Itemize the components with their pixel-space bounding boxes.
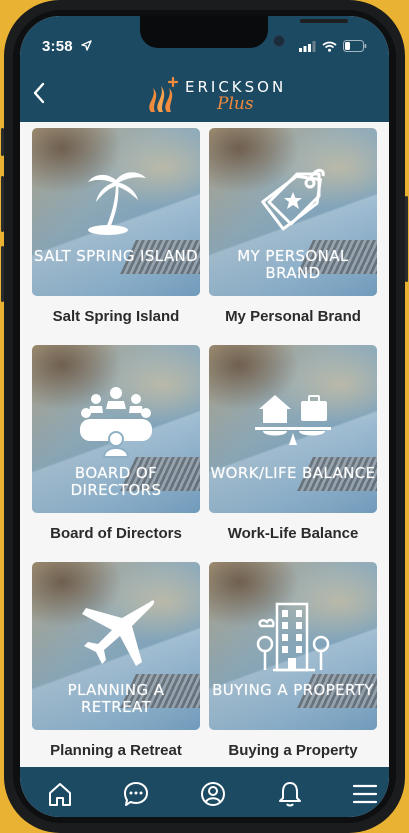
menu-icon — [352, 784, 378, 804]
notch — [140, 16, 348, 48]
home-icon — [49, 783, 71, 806]
meeting-table-icon — [80, 387, 152, 458]
volume-down-button — [1, 246, 4, 302]
power-button — [405, 196, 408, 282]
card-image: MY PERSONAL BRAND — [209, 128, 377, 296]
profile-icon — [201, 782, 225, 806]
phone-frame: 3:58 ERICKSON Plus SALT SPRING ISLAND Sa… — [1, 0, 408, 833]
card-board-of-directors[interactable]: BOARD OF DIRECTORS Board of Directors — [32, 345, 200, 554]
card-title: Work-Life Balance — [227, 525, 359, 542]
volume-up-button — [1, 176, 4, 232]
signal-icon — [299, 40, 316, 52]
price-tag-icon — [261, 168, 325, 231]
card-overlay-text: BUYING A PROPERTY — [212, 681, 374, 699]
card-title: Board of Directors — [50, 525, 182, 542]
status-time: 3:58 — [42, 38, 73, 55]
tab-home[interactable] — [45, 779, 75, 809]
card-overlay-text: SALT SPRING ISLAND — [33, 247, 199, 265]
palm-tree-icon — [88, 172, 146, 235]
app-logo: ERICKSON Plus — [143, 72, 293, 120]
card-work-life-balance[interactable]: WORK/LIFE BALANCE Work-Life Balance — [209, 345, 377, 554]
status-icons — [299, 40, 367, 52]
card-title: My Personal Brand — [225, 308, 361, 325]
building-icon — [256, 602, 330, 672]
battery-icon — [343, 40, 367, 52]
airplane-icon — [82, 600, 155, 666]
card-image: PLANNING A RETREAT — [32, 562, 200, 730]
tab-menu[interactable] — [350, 779, 380, 809]
card-image: WORK/LIFE BALANCE — [209, 345, 377, 513]
card-buying-a-property[interactable]: BUYING A PROPERTY Buying a Property — [209, 562, 377, 771]
tab-profile[interactable] — [198, 779, 228, 809]
header-bar: 3:58 ERICKSON Plus — [20, 16, 389, 122]
wifi-icon — [322, 41, 337, 52]
balance-scale-icon — [255, 395, 331, 445]
tab-notifications[interactable] — [275, 779, 305, 809]
content-area: SALT SPRING ISLAND Salt Spring Island MY… — [20, 122, 389, 767]
card-overlay-text: BOARD OF DIRECTORS — [70, 464, 162, 499]
card-planning-a-retreat[interactable]: PLANNING A RETREAT Planning a Retreat — [32, 562, 200, 771]
card-overlay-text: MY PERSONAL BRAND — [237, 247, 349, 282]
chat-icon — [124, 782, 148, 806]
brand-sub: Plus — [217, 94, 254, 114]
card-overlay-text: PLANNING A RETREAT — [67, 681, 165, 716]
location-arrow-icon — [81, 40, 92, 51]
card-title: Salt Spring Island — [52, 308, 180, 325]
card-image: SALT SPRING ISLAND — [32, 128, 200, 296]
front-camera — [273, 35, 285, 47]
card-salt-spring-island[interactable]: SALT SPRING ISLAND Salt Spring Island — [32, 128, 200, 337]
card-my-personal-brand[interactable]: MY PERSONAL BRAND My Personal Brand — [209, 128, 377, 337]
flame-logo-icon — [149, 76, 179, 112]
tab-bar — [20, 767, 389, 817]
card-image: BUYING A PROPERTY — [209, 562, 377, 730]
tab-chat[interactable] — [121, 779, 151, 809]
speaker — [300, 19, 348, 23]
card-overlay-text: WORK/LIFE BALANCE — [210, 464, 376, 482]
card-title: Planning a Retreat — [50, 742, 182, 759]
back-button[interactable] — [26, 78, 52, 108]
bell-icon — [279, 782, 301, 807]
chevron-left-icon — [33, 82, 45, 104]
card-image: BOARD OF DIRECTORS — [32, 345, 200, 513]
app-screen: 3:58 ERICKSON Plus SALT SPRING ISLAND Sa… — [20, 16, 389, 817]
card-title: Buying a Property — [228, 742, 358, 759]
mute-switch — [1, 128, 4, 156]
